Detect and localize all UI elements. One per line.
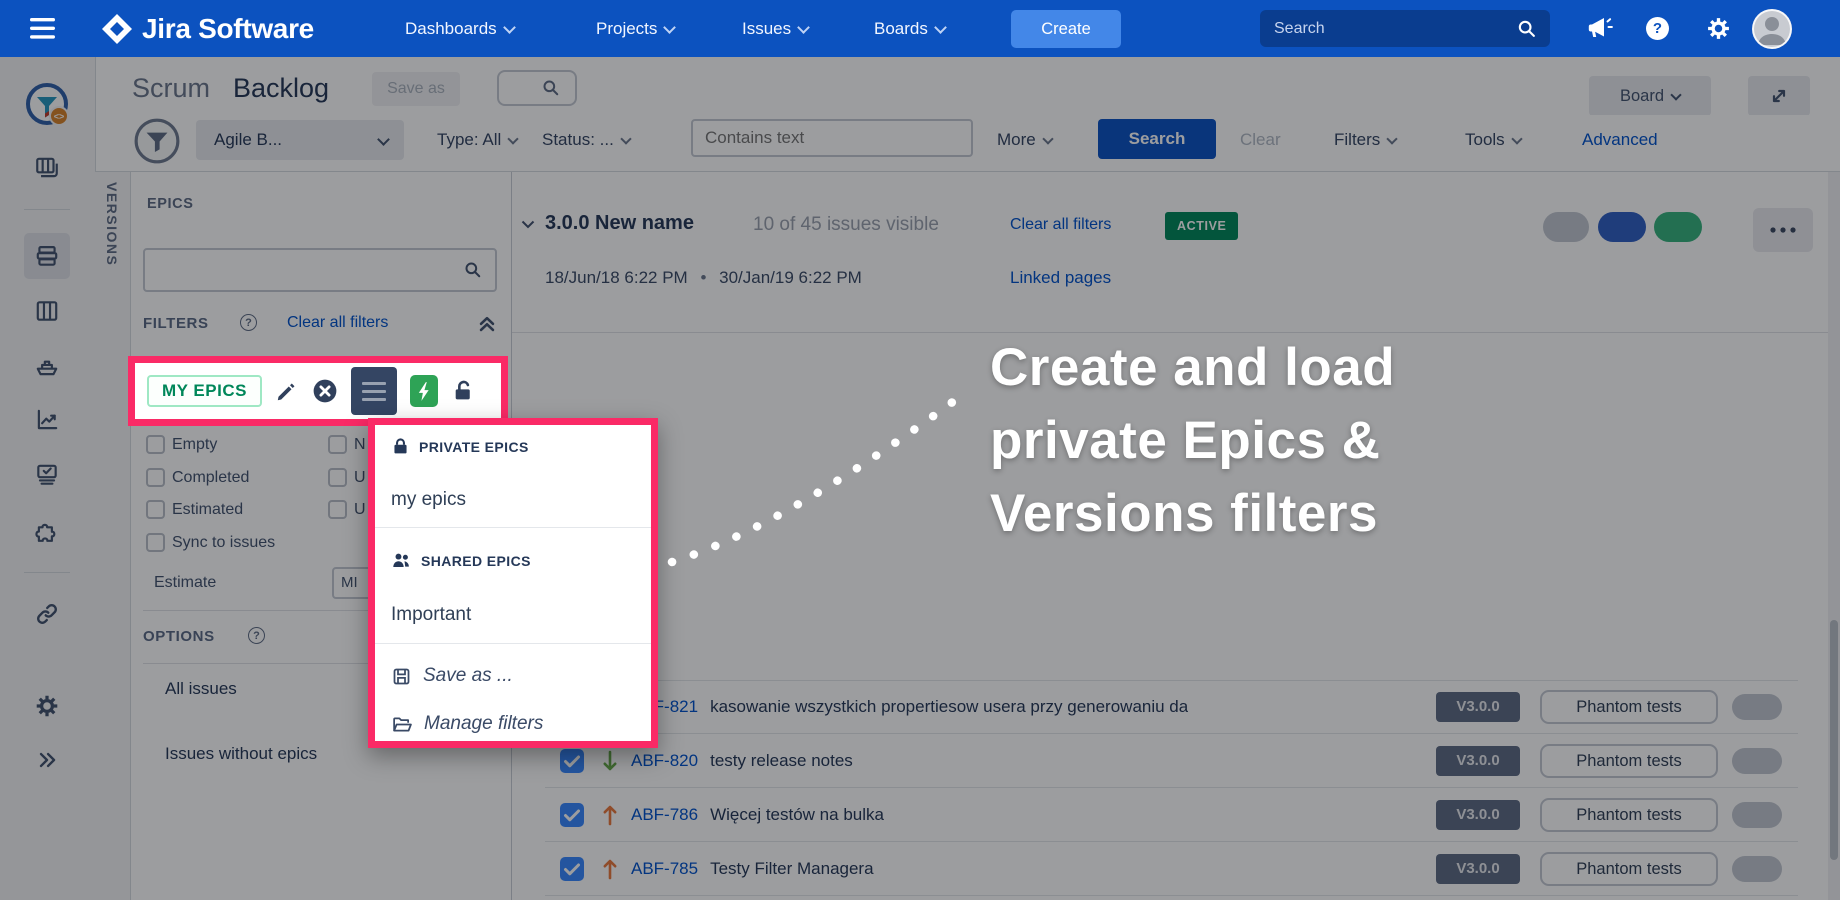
chevron-down-icon bbox=[934, 21, 947, 34]
global-search bbox=[1260, 10, 1550, 47]
my-epics-tag[interactable]: MY EPICS bbox=[147, 375, 262, 407]
annotation-line: private Epics & bbox=[990, 404, 1395, 477]
epic-filters-dropdown: PRIVATE EPICS my epics SHARED EPICS Impo… bbox=[368, 418, 658, 748]
create-button[interactable]: Create bbox=[1011, 10, 1121, 48]
megaphone-icon[interactable] bbox=[1586, 16, 1614, 42]
dropdown-item-my-epics[interactable]: my epics bbox=[391, 489, 466, 511]
nav-boards[interactable]: Boards bbox=[874, 0, 945, 57]
chevron-down-icon bbox=[797, 21, 810, 34]
jira-backlog-screen: Jira Software Dashboards Projects Issues… bbox=[0, 0, 1840, 900]
global-search-input[interactable] bbox=[1260, 10, 1524, 47]
quick-filter-button[interactable] bbox=[410, 375, 438, 407]
folder-open-icon bbox=[391, 714, 413, 735]
dropdown-manage-filters[interactable]: Manage filters bbox=[391, 713, 543, 735]
dropdown-save-as[interactable]: Save as ... bbox=[391, 665, 513, 687]
search-icon[interactable] bbox=[1516, 18, 1538, 40]
avatar[interactable] bbox=[1752, 9, 1792, 49]
logo-text[interactable]: Jira Software bbox=[142, 0, 314, 57]
private-epics-header: PRIVATE EPICS bbox=[391, 437, 529, 456]
filter-menu-button[interactable] bbox=[351, 367, 397, 415]
gear-icon[interactable] bbox=[1706, 16, 1731, 41]
chevron-down-icon bbox=[664, 21, 677, 34]
tutorial-dim-overlay bbox=[0, 57, 1840, 900]
save-icon bbox=[391, 666, 412, 687]
nav-projects[interactable]: Projects bbox=[596, 0, 674, 57]
help-icon[interactable]: ? bbox=[1646, 17, 1669, 40]
jira-logo-icon[interactable] bbox=[100, 12, 134, 46]
remove-filter-icon[interactable] bbox=[312, 378, 338, 404]
chevron-down-icon bbox=[503, 21, 516, 34]
avatar-photo bbox=[1754, 11, 1790, 47]
annotation-line: Create and load bbox=[990, 331, 1395, 404]
dropdown-divider bbox=[375, 527, 651, 528]
people-icon bbox=[391, 551, 412, 570]
nav-dashboards[interactable]: Dashboards bbox=[405, 0, 514, 57]
my-epics-highlight-box: MY EPICS bbox=[128, 356, 508, 426]
edit-filter-icon[interactable] bbox=[275, 379, 299, 403]
unlock-icon[interactable] bbox=[451, 379, 476, 404]
top-navbar: Jira Software Dashboards Projects Issues… bbox=[0, 0, 1840, 57]
dropdown-item-important[interactable]: Important bbox=[391, 604, 471, 626]
annotation-line: Versions filters bbox=[990, 477, 1395, 550]
tutorial-annotation: Create and load private Epics & Versions… bbox=[990, 331, 1395, 550]
lock-icon bbox=[391, 437, 410, 456]
app-menu-icon[interactable] bbox=[30, 17, 55, 40]
shared-epics-header: SHARED EPICS bbox=[391, 551, 531, 570]
bolt-icon bbox=[416, 381, 431, 402]
dropdown-divider bbox=[375, 643, 651, 644]
nav-issues[interactable]: Issues bbox=[742, 0, 808, 57]
